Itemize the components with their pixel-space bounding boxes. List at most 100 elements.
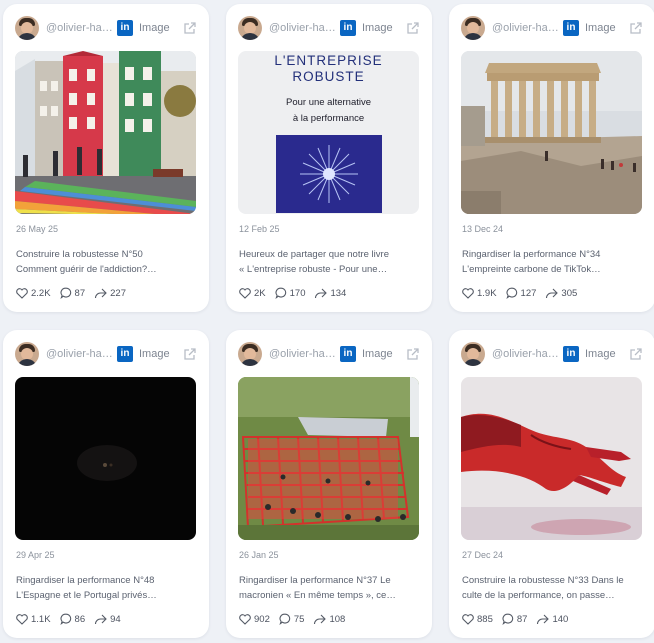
- external-link-icon[interactable]: [629, 347, 643, 361]
- post-text-line: Ringardiser la performance N°34: [462, 249, 601, 260]
- card-header: @olivier-ha… in Image: [461, 16, 643, 40]
- share-icon: [315, 288, 328, 298]
- post-text[interactable]: Ringardiser la performance N°37 Le macro…: [239, 573, 421, 603]
- card-header: @olivier-ha… in Image: [15, 16, 197, 40]
- post-image[interactable]: [238, 377, 419, 540]
- post-text-line: « L'entreprise robuste - Pour une…: [239, 264, 388, 275]
- post-stats: 1.1K 86 94: [16, 613, 130, 625]
- linkedin-icon: in: [340, 346, 356, 362]
- shares-stat: 227: [94, 288, 126, 299]
- card-header: @olivier-ha… in Image: [238, 342, 420, 366]
- linkedin-icon: in: [117, 20, 133, 36]
- heart-icon: [16, 613, 28, 625]
- linkedin-icon: in: [563, 20, 579, 36]
- external-link-icon[interactable]: [406, 21, 420, 35]
- comments-stat: 87: [59, 287, 85, 299]
- post-card[interactable]: @olivier-ha… in Image 27 Dec 24 Construi…: [449, 330, 654, 638]
- post-type-label: Image: [139, 22, 170, 34]
- avatar: [238, 342, 262, 366]
- comments-stat: 87: [502, 613, 527, 625]
- author-handle: @olivier-ha…: [46, 22, 112, 34]
- post-image[interactable]: [15, 51, 196, 214]
- post-text-line: L'Espagne et le Portugal privés…: [16, 590, 157, 601]
- post-type-label: Image: [585, 348, 616, 360]
- heart-icon: [239, 613, 251, 625]
- author-handle: @olivier-ha…: [269, 22, 335, 34]
- post-stats: 2.2K 87 227: [16, 287, 135, 299]
- linkedin-icon: in: [340, 20, 356, 36]
- post-date: 26 May 25: [16, 224, 59, 234]
- post-card[interactable]: @olivier-ha… in Image: [3, 4, 209, 312]
- avatar: [238, 16, 262, 40]
- linkedin-icon: in: [563, 346, 579, 362]
- post-text-line: L'empreinte carbone de TikTok…: [462, 264, 601, 275]
- post-text-line: Construire la robustesse N°33 Dans le: [462, 575, 624, 586]
- comment-icon: [275, 287, 286, 299]
- likes-stat: 1.9K: [462, 288, 497, 299]
- external-link-icon[interactable]: [406, 347, 420, 361]
- comment-icon: [279, 613, 291, 625]
- likes-stat: 2K: [239, 288, 266, 299]
- post-text-line: Ringardiser la performance N°37 Le: [239, 575, 391, 586]
- post-text-line: Heureux de partager que notre livre: [239, 249, 389, 260]
- post-text[interactable]: Heureux de partager que notre livre « L'…: [239, 247, 421, 277]
- likes-stat: 2.2K: [16, 288, 51, 299]
- heart-icon: [462, 613, 474, 625]
- comments-stat: 86: [59, 613, 85, 625]
- post-image[interactable]: L'ENTREPRISE ROBUSTE Pour une alternativ…: [238, 51, 419, 214]
- post-stats: 902 75 108: [239, 613, 354, 625]
- author-handle: @olivier-ha…: [269, 348, 335, 360]
- post-stats: 2K 170 134: [239, 287, 355, 299]
- post-text[interactable]: Ringardiser la performance N°48 L'Espagn…: [16, 573, 198, 603]
- post-type-label: Image: [362, 22, 393, 34]
- post-type-label: Image: [139, 348, 170, 360]
- post-stats: 885 87 140: [462, 613, 577, 625]
- avatar: [461, 342, 485, 366]
- post-text[interactable]: Construire la robustesse N°50 Comment gu…: [16, 247, 198, 277]
- card-header: @olivier-ha… in Image: [15, 342, 197, 366]
- post-stats: 1.9K 127 305: [462, 287, 586, 299]
- share-icon: [95, 288, 107, 298]
- external-link-icon[interactable]: [183, 21, 197, 35]
- post-date: 29 Apr 25: [16, 550, 55, 560]
- external-link-icon[interactable]: [629, 21, 643, 35]
- share-icon: [95, 614, 107, 624]
- shares-stat: 140: [536, 614, 568, 625]
- shares-stat: 134: [314, 288, 346, 299]
- avatar: [461, 16, 485, 40]
- post-text-line: macronien « En même temps », ce…: [239, 590, 396, 601]
- shares-stat: 108: [313, 614, 345, 625]
- likes-stat: 1.1K: [16, 614, 51, 625]
- comment-icon: [59, 613, 71, 625]
- external-link-icon[interactable]: [183, 347, 197, 361]
- author-handle: @olivier-ha…: [492, 22, 558, 34]
- post-type-label: Image: [362, 348, 393, 360]
- post-card[interactable]: @olivier-ha… in Image L'ENTREPRISE ROBUS…: [226, 4, 432, 312]
- post-card[interactable]: @olivier-ha… in Image: [226, 330, 432, 638]
- share-icon: [537, 614, 550, 624]
- heart-icon: [239, 287, 251, 299]
- comment-icon: [502, 613, 514, 625]
- book-title: L'ENTREPRISE ROBUSTE: [274, 53, 383, 84]
- post-text[interactable]: Ringardiser la performance N°34 L'emprei…: [462, 247, 644, 277]
- avatar: [15, 342, 39, 366]
- post-text-line: culte de la performance, on passe…: [462, 590, 615, 601]
- book-subtitle: Pour une alternative à la performance: [285, 97, 372, 124]
- post-text[interactable]: Construire la robustesse N°33 Dans le cu…: [462, 573, 644, 603]
- card-header: @olivier-ha… in Image: [238, 16, 420, 40]
- post-card[interactable]: @olivier-ha… in Image: [449, 4, 654, 312]
- post-image[interactable]: [15, 377, 196, 540]
- post-image[interactable]: [461, 51, 642, 214]
- post-text-line: Construire la robustesse N°50: [16, 249, 143, 260]
- post-date: 12 Feb 25: [239, 224, 280, 234]
- share-icon: [546, 288, 559, 298]
- comments-stat: 75: [279, 613, 304, 625]
- share-icon: [314, 614, 327, 624]
- card-header: @olivier-ha… in Image: [461, 342, 643, 366]
- post-image[interactable]: [461, 377, 642, 540]
- avatar: [15, 16, 39, 40]
- heart-icon: [16, 287, 28, 299]
- post-card[interactable]: @olivier-ha… in Image 29 Apr 25 Ringardi…: [3, 330, 209, 638]
- comments-stat: 127: [505, 287, 536, 299]
- post-text-line: Ringardiser la performance N°48: [16, 575, 155, 586]
